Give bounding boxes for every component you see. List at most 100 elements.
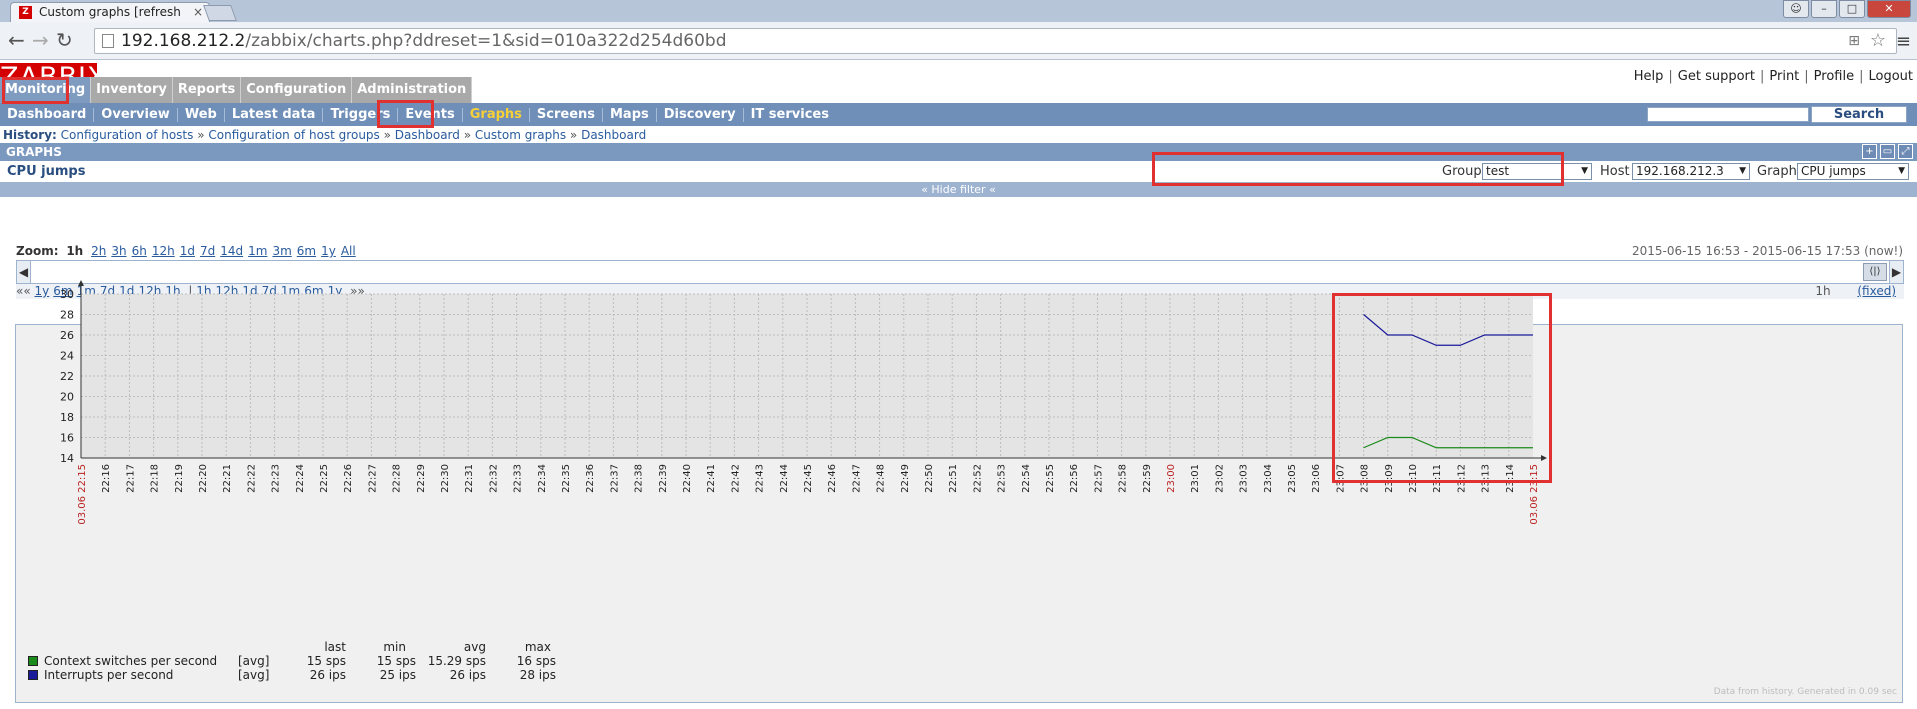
zoom-option[interactable]: 1m <box>248 244 267 258</box>
history-item[interactable]: Configuration of hosts <box>61 128 194 142</box>
zoom-option[interactable]: All <box>341 244 356 258</box>
browser-menu-icon[interactable]: ≡ <box>1896 31 1911 52</box>
menu-administration[interactable]: Administration <box>352 77 473 103</box>
tab-close-icon[interactable]: × <box>193 5 203 19</box>
window-close-icon[interactable]: ✕ <box>1867 0 1911 18</box>
browser-chrome: Z Custom graphs [refresh × ☺ – □ ✕ ← → ↻… <box>0 0 1917 60</box>
nav-back-link[interactable]: 1y <box>35 284 50 298</box>
graph-select[interactable]: CPU jumps ▼ <box>1797 163 1909 180</box>
zoom-option[interactable]: 6h <box>132 244 147 258</box>
logout-link[interactable]: Logout <box>1868 69 1913 84</box>
host-select[interactable]: 192.168.212.3 ▼ <box>1632 163 1750 180</box>
nav-fwd-link[interactable]: 6m <box>304 284 323 298</box>
nav-fwd-link[interactable]: 1h <box>196 284 211 298</box>
nav-fwd-link[interactable]: 1d <box>242 284 257 298</box>
maximize-icon[interactable]: □ <box>1839 0 1865 18</box>
host-label: Host <box>1600 164 1630 179</box>
search-button[interactable]: Search <box>1811 106 1907 123</box>
history-item[interactable]: Dashboard <box>581 128 646 142</box>
reload-icon[interactable]: ↻ <box>56 30 73 50</box>
zoom-option[interactable]: 6m <box>297 244 316 258</box>
fullscreen-icon[interactable]: ⤢ <box>1898 144 1913 159</box>
submenu-triggers[interactable]: Triggers <box>323 107 399 122</box>
nav-fwd-link[interactable]: 12h <box>216 284 239 298</box>
nav-back-link[interactable]: 12h <box>138 284 161 298</box>
menu-configuration[interactable]: Configuration <box>241 77 353 103</box>
zoom-option[interactable]: 3h <box>111 244 126 258</box>
legend-swatch <box>28 670 38 680</box>
period-nav: «« 1y 6m 1m 7d 1d 12h 1h | 1h 12h 1d 7d 1m 6m 1y »» … <box>16 284 1904 299</box>
nav-back-link[interactable]: 6m <box>53 284 72 298</box>
menu-monitoring[interactable]: Monitoring <box>0 77 92 103</box>
submenu-screens[interactable]: Screens <box>530 107 603 122</box>
help-link[interactable]: Help <box>1634 69 1664 84</box>
history-item[interactable]: Configuration of host groups <box>208 128 379 142</box>
zoom-option[interactable]: 1y <box>321 244 336 258</box>
browser-tabbar: Z Custom graphs [refresh × ☺ – □ ✕ <box>0 0 1917 22</box>
search-input[interactable] <box>1647 107 1809 122</box>
url-bar[interactable]: 192.168.212.2/zabbix/charts.php?ddreset=… <box>94 28 1897 54</box>
profile-link[interactable]: Profile <box>1814 69 1854 84</box>
add-to-favourites-icon[interactable]: + <box>1862 144 1877 159</box>
zoom-option[interactable]: 1d <box>180 244 195 258</box>
group-select[interactable]: test ▼ <box>1482 163 1592 180</box>
group-label: Group <box>1442 164 1482 179</box>
back-arrow-icon[interactable]: ← <box>8 30 25 50</box>
scroll-thumb[interactable]: ⟨|⟩ <box>1863 263 1887 281</box>
get-support-link[interactable]: Get support <box>1678 69 1755 84</box>
now-link[interactable]: (now!) <box>1864 244 1903 258</box>
section-title: GRAPHS <box>0 143 1917 161</box>
nav-back-link[interactable]: 7d <box>100 284 115 298</box>
menu-reports[interactable]: Reports <box>172 77 242 103</box>
zoom-option[interactable]: 12h <box>152 244 175 258</box>
nav-fwd-link[interactable]: 1m <box>281 284 300 298</box>
zoom-option[interactable]: 2h <box>91 244 106 258</box>
submenu-dashboard[interactable]: Dashboard <box>0 107 95 122</box>
nav-fwd-link[interactable]: 1y <box>328 284 343 298</box>
minimize-icon[interactable]: – <box>1811 0 1837 18</box>
fixed-toggle[interactable]: (fixed) <box>1857 284 1896 298</box>
period-fixed: 1h (fixed) <box>1815 284 1896 298</box>
period-from: 2015-06-15 16:53 <box>1631 244 1741 258</box>
new-tab-button[interactable] <box>203 5 237 21</box>
refresh-icon[interactable]: ▭ <box>1880 144 1895 159</box>
chart-footer: Data from history. Generated in 0.09 sec <box>1713 687 1897 697</box>
submenu-discovery[interactable]: Discovery <box>657 107 744 122</box>
url-host: 192.168.212.2 <box>121 31 246 51</box>
nav-back-link[interactable]: 1d <box>119 284 134 298</box>
submenu-web[interactable]: Web <box>178 107 225 122</box>
page-icon <box>102 34 114 48</box>
print-link[interactable]: Print <box>1769 69 1799 84</box>
breadcrumb: History: Configuration of hosts » Config… <box>3 128 647 142</box>
zoom-option[interactable]: 7d <box>200 244 215 258</box>
scroll-left-icon[interactable]: ◀ <box>17 261 31 283</box>
user-icon[interactable]: ☺ <box>1783 0 1809 18</box>
header-links: Help | Get support | Print | Profile | Logout <box>1633 69 1913 84</box>
history-item[interactable]: Custom graphs <box>475 128 566 142</box>
nav-fwd-link[interactable]: 7d <box>262 284 277 298</box>
legend-swatch <box>28 656 38 666</box>
submenu-maps[interactable]: Maps <box>603 107 657 122</box>
zoom-option[interactable]: 14d <box>220 244 243 258</box>
dropdown-arrow-icon: ▼ <box>1898 166 1905 176</box>
submenu-it-services[interactable]: IT services <box>744 107 836 122</box>
browser-tab[interactable]: Z Custom graphs [refresh × <box>10 2 210 22</box>
menu-inventory[interactable]: Inventory <box>91 77 173 103</box>
graph-select-value: CPU jumps <box>1801 164 1866 178</box>
bookmark-star-icon[interactable]: ☆ <box>1870 29 1886 53</box>
forward-arrow-icon[interactable]: → <box>32 30 49 50</box>
scroll-right-icon[interactable]: ▶ <box>1889 261 1903 283</box>
hide-filter-toggle[interactable]: « Hide filter « <box>0 183 1917 197</box>
zoom-option[interactable]: 3m <box>272 244 291 258</box>
sub-menu: Dashboard Overview Web Latest data Trigg… <box>0 103 1917 126</box>
graph-label: Graph <box>1757 164 1797 179</box>
extension-icon[interactable]: ⊞ <box>1848 29 1860 53</box>
nav-back-link[interactable]: 1m <box>77 284 96 298</box>
submenu-graphs[interactable]: Graphs <box>463 107 530 122</box>
history-item[interactable]: Dashboard <box>395 128 460 142</box>
submenu-overview[interactable]: Overview <box>94 107 178 122</box>
submenu-events[interactable]: Events <box>398 107 463 122</box>
submenu-latest-data[interactable]: Latest data <box>225 107 324 122</box>
timeline-scrollbar[interactable]: ◀ ⟨|⟩ ▶ <box>16 260 1904 284</box>
nav-back-link[interactable]: 1h <box>165 284 180 298</box>
